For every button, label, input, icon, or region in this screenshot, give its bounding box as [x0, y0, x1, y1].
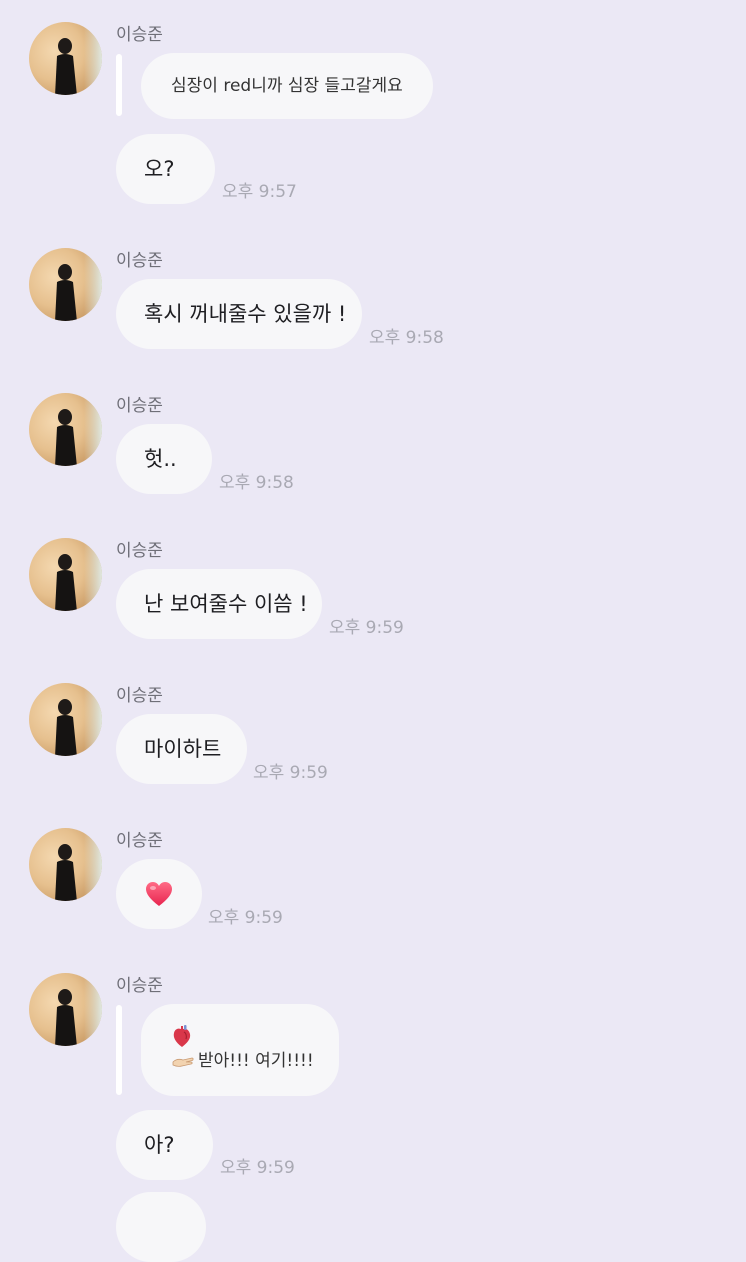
- message-time: 오후 9:59: [208, 908, 283, 928]
- sender-name: 이승준: [116, 251, 163, 271]
- message-text: 혹시 꺼내줄수 있을까 !: [144, 302, 347, 326]
- avatar[interactable]: [29, 248, 102, 321]
- avatar[interactable]: [29, 828, 102, 901]
- avatar[interactable]: [29, 538, 102, 611]
- avatar[interactable]: [29, 683, 102, 756]
- sender-name: 이승준: [116, 25, 163, 45]
- message-bubble[interactable]: 마이하트: [116, 714, 247, 784]
- reply-indicator-bar: [116, 1005, 122, 1095]
- sender-name: 이승준: [116, 831, 163, 851]
- anatomical-heart-icon: [172, 1024, 192, 1048]
- quoted-message[interactable]: 받아!!! 여기!!!!: [141, 1004, 339, 1096]
- quoted-message-text: 받아!!! 여기!!!!: [198, 1051, 314, 1071]
- message-bubble[interactable]: 난 보여줄수 이씀 !: [116, 569, 322, 639]
- message-time: 오후 9:58: [369, 328, 444, 348]
- message-time: 오후 9:59: [220, 1158, 295, 1178]
- avatar[interactable]: [29, 973, 102, 1046]
- message-bubble[interactable]: 헛..: [116, 424, 212, 494]
- palm-up-hand-icon: [172, 1053, 194, 1069]
- sender-name: 이승준: [116, 396, 163, 416]
- person-silhouette-icon: [55, 554, 77, 611]
- sender-name: 이승준: [116, 976, 163, 996]
- person-silhouette-icon: [55, 409, 77, 466]
- sender-name: 이승준: [116, 686, 163, 706]
- message-text: 난 보여줄수 이씀 !: [144, 592, 308, 616]
- message-bubble[interactable]: 혹시 꺼내줄수 있을까 !: [116, 279, 362, 349]
- message-text: 아?: [144, 1133, 175, 1157]
- quoted-message[interactable]: 심장이 red니까 심장 들고갈게요: [141, 53, 433, 119]
- avatar[interactable]: [29, 22, 102, 95]
- person-silhouette-icon: [55, 844, 77, 901]
- message-time: 오후 9:59: [329, 618, 404, 638]
- message-text: 오?: [144, 157, 175, 181]
- avatar[interactable]: [29, 393, 102, 466]
- person-silhouette-icon: [55, 699, 77, 756]
- message-time: 오후 9:59: [253, 763, 328, 783]
- message-bubble[interactable]: [116, 859, 202, 929]
- reply-indicator-bar: [116, 54, 122, 116]
- message-time: 오후 9:58: [219, 473, 294, 493]
- message-text: 마이하트: [144, 737, 222, 761]
- message-bubble[interactable]: 아?: [116, 1110, 213, 1180]
- message-bubble[interactable]: 오?: [116, 134, 215, 204]
- sender-name: 이승준: [116, 541, 163, 561]
- person-silhouette-icon: [55, 264, 77, 321]
- message-time: 오후 9:57: [222, 182, 297, 202]
- message-bubble-partial[interactable]: [116, 1192, 206, 1262]
- person-silhouette-icon: [55, 989, 77, 1046]
- heart-emoji: [145, 881, 173, 907]
- message-text: 헛..: [144, 447, 177, 471]
- person-silhouette-icon: [55, 38, 77, 95]
- quoted-message-text: 심장이 red니까 심장 들고갈게요: [171, 76, 403, 96]
